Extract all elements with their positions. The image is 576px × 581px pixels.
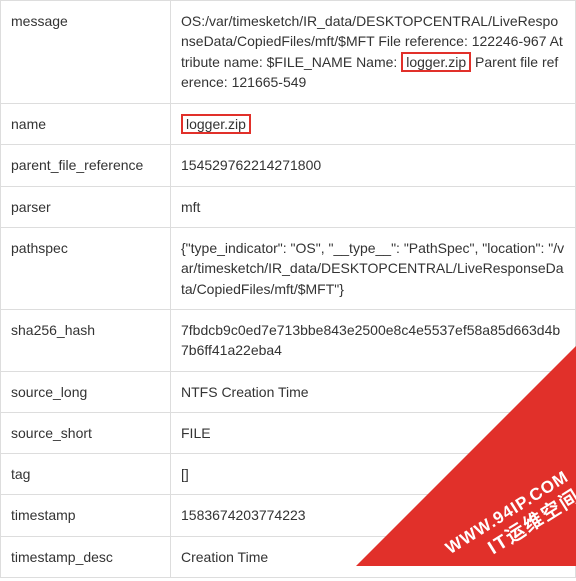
attr-key-timestamp-desc: timestamp_desc <box>1 536 171 577</box>
attr-value-source-long: NTFS Creation Time <box>171 371 576 412</box>
attr-key-name: name <box>1 103 171 145</box>
attr-key-source-short: source_short <box>1 412 171 453</box>
table-row: timestamp_desc Creation Time <box>1 536 576 577</box>
table-row: name logger.zip <box>1 103 576 145</box>
table-row: source_long NTFS Creation Time <box>1 371 576 412</box>
attr-value-parser: mft <box>171 186 576 227</box>
attr-key-parent-file-reference: parent_file_reference <box>1 145 171 186</box>
attr-value-timestamp: 1583674203774223 <box>171 495 576 536</box>
table-row: sha256_hash 7fbdcb9c0ed7e713bbe843e2500e… <box>1 309 576 371</box>
attr-value-timestamp-desc: Creation Time <box>171 536 576 577</box>
attr-value-tag: [] <box>171 454 576 495</box>
attr-key-message: message <box>1 1 171 104</box>
attr-value-message: OS:/var/timesketch/IR_data/DESKTOPCENTRA… <box>171 1 576 104</box>
attributes-table: message OS:/var/timesketch/IR_data/DESKT… <box>0 0 576 578</box>
attr-key-source-long: source_long <box>1 371 171 412</box>
attr-value-source-short: FILE <box>171 412 576 453</box>
table-row: message OS:/var/timesketch/IR_data/DESKT… <box>1 1 576 104</box>
attr-key-parser: parser <box>1 186 171 227</box>
attr-key-pathspec: pathspec <box>1 228 171 310</box>
table-row: parser mft <box>1 186 576 227</box>
attr-value-sha256-hash: 7fbdcb9c0ed7e713bbe843e2500e8c4e5537ef58… <box>171 309 576 371</box>
table-row: tag [] <box>1 454 576 495</box>
table-row: parent_file_reference 154529762214271800 <box>1 145 576 186</box>
attr-key-sha256-hash: sha256_hash <box>1 309 171 371</box>
attr-key-timestamp: timestamp <box>1 495 171 536</box>
table-row: pathspec {"type_indicator": "OS", "__typ… <box>1 228 576 310</box>
table-row: timestamp 1583674203774223 <box>1 495 576 536</box>
table-row: source_short FILE <box>1 412 576 453</box>
attr-key-tag: tag <box>1 454 171 495</box>
highlight-logger-zip: logger.zip <box>401 52 471 73</box>
attr-value-name: logger.zip <box>171 103 576 145</box>
highlight-logger-zip: logger.zip <box>181 114 251 135</box>
attr-value-parent-file-reference: 154529762214271800 <box>171 145 576 186</box>
attr-value-pathspec: {"type_indicator": "OS", "__type__": "Pa… <box>171 228 576 310</box>
